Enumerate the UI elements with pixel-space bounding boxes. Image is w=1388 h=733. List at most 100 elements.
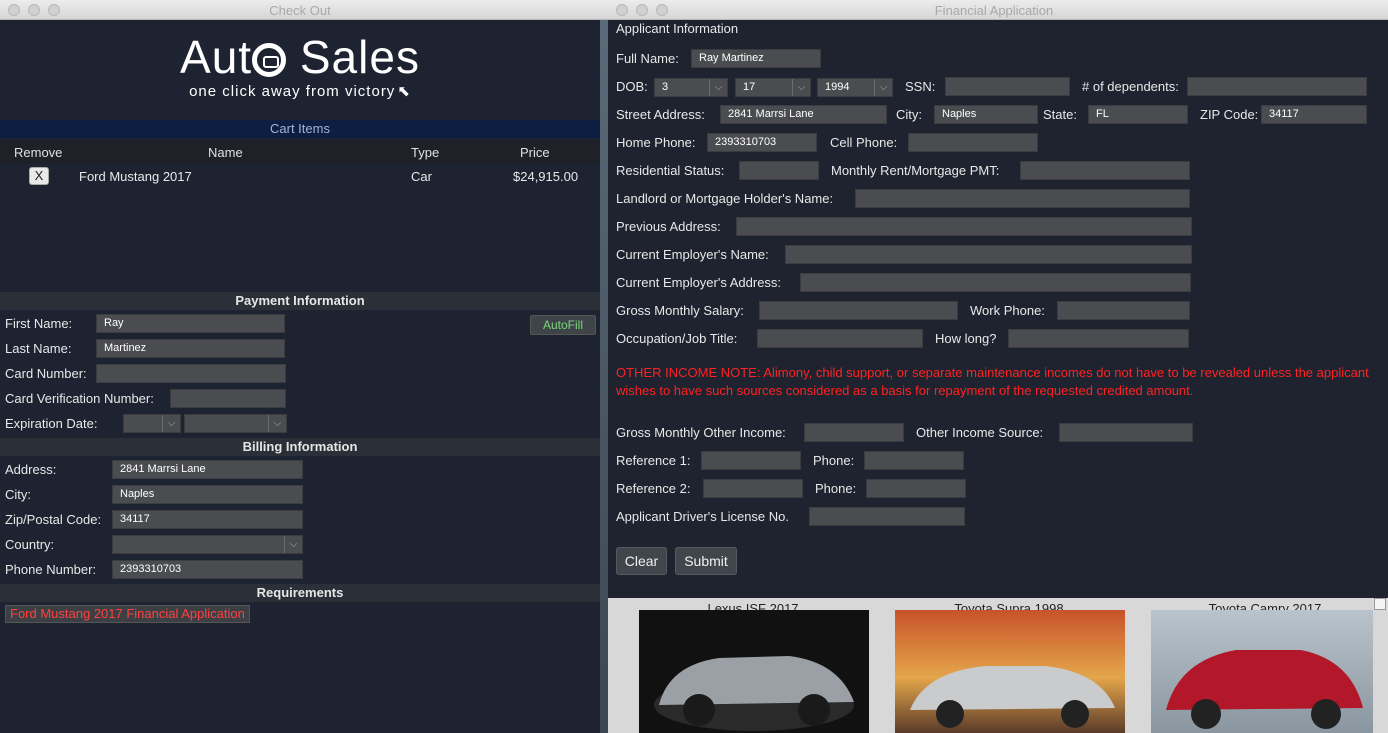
gross-salary-field[interactable] — [759, 301, 958, 320]
car-image-camry[interactable] — [1151, 610, 1373, 733]
dependents-field[interactable] — [1187, 77, 1367, 96]
rent-label: Monthly Rent/Mortgage PMT: — [831, 163, 1000, 178]
table-row: X Ford Mustang 2017 Car $24,915.00 — [0, 166, 600, 188]
other-income-label: Gross Monthly Other Income: — [616, 425, 786, 440]
reference1-field[interactable] — [701, 451, 801, 470]
how-long-label: How long? — [935, 331, 997, 346]
rent-field[interactable] — [1020, 161, 1190, 180]
full-name-field[interactable]: Ray Martinez — [691, 49, 821, 68]
logo-tagline: one click away from victory — [189, 83, 396, 100]
ssn-label: SSN: — [905, 79, 936, 94]
city-field[interactable]: Naples — [934, 105, 1038, 124]
last-name-field[interactable]: Martinez — [96, 339, 285, 358]
cvn-field[interactable] — [170, 389, 286, 408]
cart-item-type: Car — [411, 169, 432, 184]
zip-label: Zip/Postal Code: — [5, 512, 102, 527]
city-field[interactable]: Naples — [112, 485, 303, 504]
dob-day-value: 17 — [743, 81, 756, 93]
cart-table-header: Remove Name Type Price — [0, 140, 600, 164]
col-remove: Remove — [14, 145, 63, 160]
city-label: City: — [896, 107, 922, 122]
cart-item-price: $24,915.00 — [513, 169, 579, 184]
how-long-field[interactable] — [1008, 329, 1189, 348]
zip-field[interactable]: 34117 — [112, 510, 303, 529]
submit-button[interactable]: Submit — [675, 547, 737, 575]
scrollbar-button[interactable] — [1374, 598, 1386, 610]
reference2-phone-field[interactable] — [866, 479, 966, 498]
col-name: Name — [208, 145, 243, 160]
employer-address-field[interactable] — [800, 273, 1191, 292]
last-name-label: Last Name: — [5, 341, 72, 356]
occupation-label: Occupation/Job Title: — [616, 331, 738, 346]
address-field[interactable]: 2841 Marrsi Lane — [112, 460, 303, 479]
cursor-click-icon: ⬉ — [397, 83, 411, 100]
reference1-label: Reference 1: — [616, 453, 691, 468]
chevron-down-icon: ⌵ — [162, 415, 180, 432]
car-image-lexus[interactable] — [639, 610, 869, 733]
expiration-year-select[interactable]: ⌵ — [184, 414, 287, 433]
ssn-field[interactable] — [945, 77, 1070, 96]
applicant-form: Applicant Information Full Name: Ray Mar… — [608, 20, 1388, 598]
prev-address-field[interactable] — [736, 217, 1192, 236]
dob-month-value: 3 — [662, 81, 669, 93]
street-label: Street Address: — [616, 107, 705, 122]
requirements-header: Requirements — [0, 584, 600, 602]
autofill-button[interactable]: AutoFill — [530, 315, 596, 335]
license-label: Applicant Driver's License No. — [616, 509, 789, 524]
reference2-phone-label: Phone: — [815, 481, 857, 496]
dob-month-select[interactable]: 3 ⌵ — [654, 78, 728, 97]
logo-text-part1: Aut — [180, 31, 253, 83]
work-phone-field[interactable] — [1057, 301, 1190, 320]
cell-phone-label: Cell Phone: — [830, 135, 898, 150]
checkout-window-title: Check Out — [269, 3, 331, 18]
home-phone-label: Home Phone: — [616, 135, 696, 150]
first-name-label: First Name: — [5, 316, 73, 331]
background-strip — [600, 20, 608, 733]
address-label: Address: — [5, 462, 57, 477]
employer-name-field[interactable] — [785, 245, 1192, 264]
checkout-titlebar: Check Out — [0, 0, 600, 20]
full-name-label: Full Name: — [616, 51, 679, 66]
col-price: Price — [520, 145, 550, 160]
other-source-label: Other Income Source: — [916, 425, 1044, 440]
reference2-field[interactable] — [703, 479, 803, 498]
car-image-supra[interactable] — [895, 610, 1125, 733]
clear-button[interactable]: Clear — [616, 547, 667, 575]
expiration-month-select[interactable]: ⌵ — [123, 414, 181, 433]
payment-info-header: Payment Information — [0, 292, 600, 310]
cvn-label: Card Verification Number: — [5, 391, 154, 406]
dob-year-select[interactable]: 1994 ⌵ — [817, 78, 893, 97]
cell-phone-field[interactable] — [908, 133, 1038, 152]
state-label: State: — [1043, 107, 1077, 122]
reference1-phone-field[interactable] — [864, 451, 964, 470]
dob-day-select[interactable]: 17 ⌵ — [735, 78, 811, 97]
occupation-field[interactable] — [757, 329, 923, 348]
card-number-field[interactable] — [96, 364, 286, 383]
residential-field[interactable] — [739, 161, 819, 180]
cart-item-name: Ford Mustang 2017 — [79, 169, 192, 184]
landlord-field[interactable] — [855, 189, 1190, 208]
street-field[interactable]: 2841 Marrsi Lane — [720, 105, 887, 124]
billing-info-header: Billing Information — [0, 438, 600, 456]
other-income-field[interactable] — [804, 423, 904, 442]
financial-window: Financial Application Applicant Informat… — [600, 0, 1388, 733]
checkout-window: Check Out Aut Sales one click away from … — [0, 0, 600, 733]
chevron-down-icon: ⌵ — [709, 79, 727, 96]
chevron-down-icon: ⌵ — [268, 415, 286, 432]
card-number-label: Card Number: — [5, 366, 87, 381]
license-field[interactable] — [809, 507, 965, 526]
first-name-field[interactable]: Ray — [96, 314, 285, 333]
zip-field[interactable]: 34117 — [1261, 105, 1367, 124]
phone-field[interactable]: 2393310703 — [112, 560, 303, 579]
logo-text-part2: Sales — [286, 31, 420, 83]
other-source-field[interactable] — [1059, 423, 1193, 442]
dob-year-value: 1994 — [825, 81, 850, 93]
country-select[interactable]: ⌵ — [112, 535, 303, 554]
supra-car-icon — [910, 666, 1115, 728]
remove-item-button[interactable]: X — [29, 167, 49, 185]
state-field[interactable]: FL — [1088, 105, 1188, 124]
financial-window-title: Financial Application — [934, 3, 1054, 18]
residential-label: Residential Status: — [616, 163, 725, 178]
financial-application-link[interactable]: Ford Mustang 2017 Financial Application — [5, 605, 250, 623]
home-phone-field[interactable]: 2393310703 — [707, 133, 817, 152]
